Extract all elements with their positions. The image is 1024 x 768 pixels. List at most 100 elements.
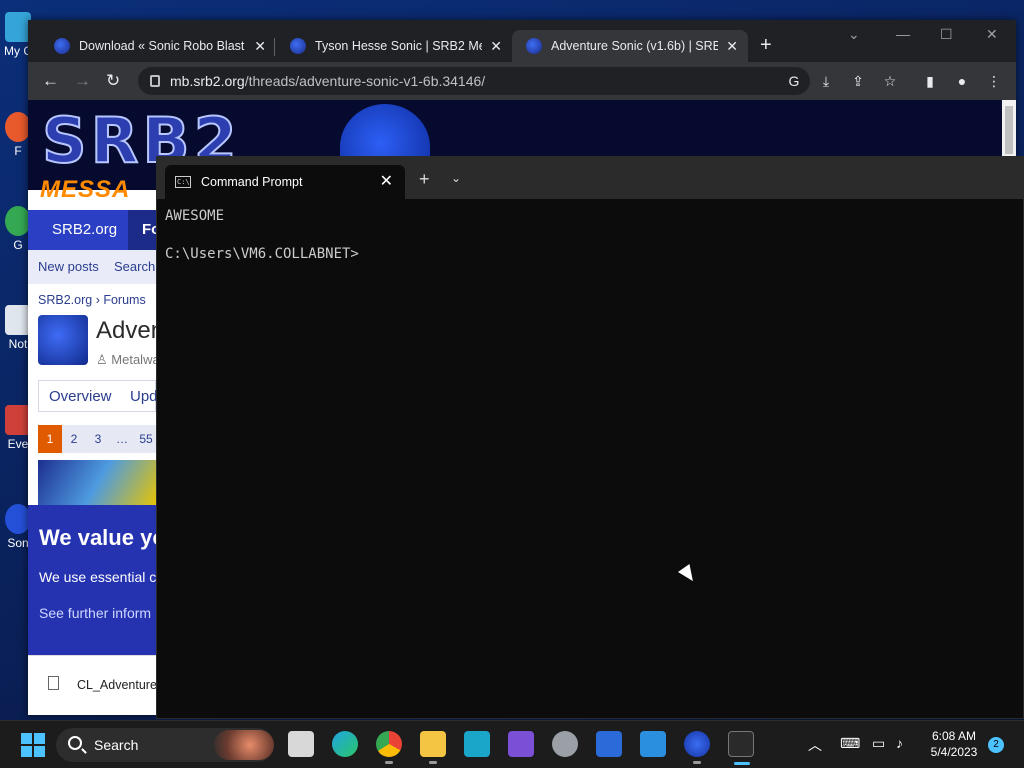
user-icon: ♙ <box>96 352 112 367</box>
site-subnav: New posts Search <box>28 250 158 284</box>
windows-logo-icon <box>21 733 32 744</box>
side-panel-icon[interactable]: ▮ <box>922 73 938 89</box>
browser-tab-tyson[interactable]: Tyson Hesse Sonic | SRB2 Messa ✕ <box>276 30 512 62</box>
share-icon[interactable]: ⇪ <box>850 73 866 89</box>
terminal-tab-command-prompt[interactable]: C:\ Command Prompt ✕ <box>165 165 405 199</box>
visual-studio-icon[interactable] <box>508 731 534 757</box>
windows-logo-icon <box>21 746 32 757</box>
menu-icon[interactable]: ⋮ <box>986 73 1002 89</box>
volume-icon[interactable]: ♪ <box>896 735 903 751</box>
close-window-icon[interactable]: ✕ <box>986 26 998 43</box>
tab-strip: Download « Sonic Robo Blast 2 – ✕ Tyson … <box>28 20 1016 62</box>
close-icon[interactable]: ✕ <box>490 38 502 55</box>
desktop-icon-label: Son <box>7 536 29 550</box>
terminal-window: C:\ Command Prompt ✕ + ⌄ AWESOME C:\User… <box>156 156 1024 719</box>
thread-author[interactable]: ♙ Metalwa <box>96 352 160 368</box>
site-navbar: SRB2.org Fo <box>28 210 160 250</box>
chrome-icon[interactable] <box>376 731 402 764</box>
page-1[interactable]: 1 <box>38 425 62 453</box>
page-3[interactable]: 3 <box>86 425 110 453</box>
reload-icon[interactable]: ↻ <box>106 71 120 91</box>
search-icon <box>68 736 82 750</box>
breadcrumb-forums[interactable]: Forums <box>103 293 145 307</box>
network-icon[interactable]: ▭ <box>872 735 885 752</box>
google-lens-icon[interactable]: G <box>786 73 802 89</box>
profile-icon[interactable]: ● <box>954 73 970 89</box>
clock-date: 5/4/2023 <box>930 745 978 759</box>
download-bar: CL_Adventure <box>28 655 158 715</box>
scrollbar-thumb[interactable] <box>1005 106 1013 154</box>
clock-time: 6:08 AM <box>931 729 977 743</box>
search-highlight-icon <box>214 730 274 760</box>
desktop-icon-label: G <box>13 238 23 252</box>
download-file-name[interactable]: CL_Adventure <box>77 678 157 692</box>
srb2-favicon-icon <box>290 38 306 54</box>
keyboard-icon[interactable]: ⌨ <box>840 735 860 752</box>
browser-tab-adventure[interactable]: Adventure Sonic (v1.6b) | SRB2 M ✕ <box>512 30 748 62</box>
terminal-titlebar: C:\ Command Prompt ✕ + ⌄ <box>157 157 1023 199</box>
browser-toolbar: ← → ↻ mb.srb2.org /threads/adventure-son… <box>28 62 1016 100</box>
close-icon[interactable]: ✕ <box>254 38 266 55</box>
tab-search-icon[interactable]: ⌄ <box>848 26 860 43</box>
desktop-icon-label: F <box>14 144 22 158</box>
install-icon[interactable]: ⤓ <box>818 73 834 89</box>
breadcrumb-separator: › <box>95 293 100 307</box>
address-bar[interactable]: mb.srb2.org /threads/adventure-sonic-v1-… <box>138 67 810 95</box>
taskbar-search[interactable]: Search <box>56 728 274 762</box>
back-icon[interactable]: ← <box>42 71 59 91</box>
subnav-new-posts[interactable]: New posts <box>38 259 99 274</box>
message-board-logo: MESSA <box>40 176 131 203</box>
sonic-game-icon[interactable] <box>684 731 710 764</box>
url-path: /threads/adventure-sonic-v1-6b.34146/ <box>244 73 486 89</box>
tab-overview[interactable]: Overview <box>49 388 112 405</box>
new-terminal-tab-button[interactable]: + <box>419 169 430 190</box>
search-label: Search <box>94 737 139 753</box>
browser-tab-download[interactable]: Download « Sonic Robo Blast 2 – ✕ <box>40 30 276 62</box>
cmd-icon: C:\ <box>175 176 191 188</box>
start-button[interactable] <box>21 733 45 757</box>
nav-srb2org[interactable]: SRB2.org <box>28 210 128 250</box>
notification-badge[interactable]: 2 <box>988 737 1004 753</box>
edge-icon[interactable] <box>332 731 358 757</box>
close-icon[interactable]: ✕ <box>380 171 393 191</box>
tab-title: Adventure Sonic (v1.6b) | SRB2 M <box>551 39 719 53</box>
windows-logo-icon <box>34 746 45 757</box>
file-explorer-icon[interactable] <box>420 731 446 764</box>
chevron-up-icon[interactable]: ︿ <box>808 735 822 755</box>
cookie-heading: We value yo <box>39 525 158 550</box>
maximize-icon[interactable]: ☐ <box>940 26 953 43</box>
minimize-icon[interactable]: — <box>896 26 910 42</box>
cookie-notice: We value yo We use essential c See furth… <box>28 505 158 655</box>
settings-icon[interactable] <box>552 731 578 757</box>
terminal-output[interactable]: AWESOME C:\Users\VM6.COLLABNET> <box>165 207 359 264</box>
windows-logo-icon <box>34 733 45 744</box>
breadcrumb-home[interactable]: SRB2.org <box>38 293 92 307</box>
cookie-link[interactable]: See further inform <box>39 605 151 621</box>
taskbar: Search ︿ ⌨ ▭ ♪ 6:08 AM 5/4/2023 2 <box>0 720 1024 768</box>
tab-title: Download « Sonic Robo Blast 2 – <box>79 39 246 53</box>
new-tab-button[interactable]: + <box>760 34 772 57</box>
tab-separator <box>274 38 275 56</box>
page-2[interactable]: 2 <box>62 425 86 453</box>
desktop-icon-label: Eve <box>7 437 29 451</box>
subnav-search[interactable]: Search <box>114 259 155 274</box>
terminal-icon[interactable] <box>728 731 754 765</box>
page-ellipsis[interactable]: … <box>110 425 134 453</box>
close-icon[interactable]: ✕ <box>726 38 738 55</box>
thread-tabs: Overview Upd <box>38 380 158 412</box>
tab-title: Tyson Hesse Sonic | SRB2 Messa <box>315 39 483 53</box>
system-clock[interactable]: 6:08 AM 5/4/2023 <box>918 728 990 760</box>
page-last[interactable]: 55 <box>134 425 158 453</box>
azure-data-studio-icon[interactable] <box>464 731 490 757</box>
breadcrumb: SRB2.org › Forums <box>38 293 146 307</box>
task-view-icon[interactable] <box>288 731 314 757</box>
power-automate-icon[interactable] <box>596 731 622 757</box>
bookmark-star-icon[interactable]: ☆ <box>882 73 898 89</box>
chevron-down-icon[interactable]: ⌄ <box>451 171 461 185</box>
thread-title: Adven <box>96 317 165 344</box>
azure-tools-icon[interactable] <box>640 731 666 757</box>
avatar[interactable] <box>38 315 88 365</box>
tab-updates[interactable]: Upd <box>130 388 158 405</box>
srb2-favicon-icon <box>526 38 542 54</box>
forward-icon[interactable]: → <box>74 71 91 91</box>
